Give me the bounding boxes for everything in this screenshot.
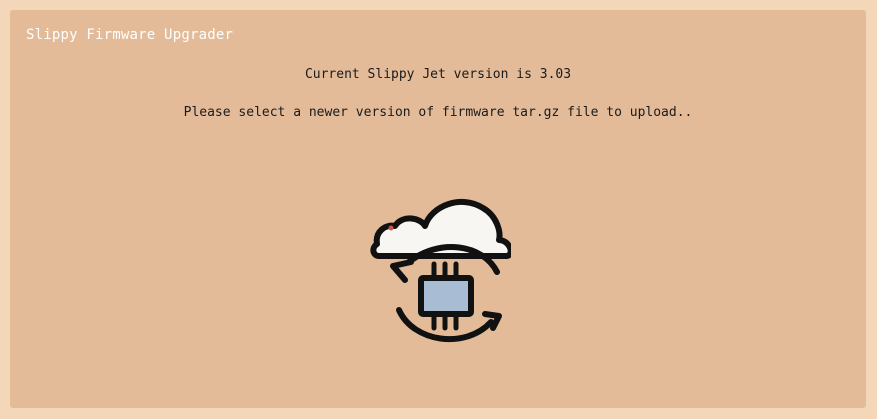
current-version-text: Current Slippy Jet version is 3.03 [304, 67, 572, 82]
upload-instructions: Please select a newer version of firmwar… [183, 105, 693, 120]
firmware-upload-button[interactable] [365, 192, 511, 352]
sync-arrow-top [390, 259, 414, 283]
app-title: Slippy Firmware Upgrader [26, 27, 234, 43]
cloud-highlight-dot [388, 225, 394, 231]
cloud-firmware-sync-icon [370, 199, 511, 343]
chip-body [418, 275, 474, 317]
upgrader-panel: Slippy Firmware Upgrader Current Slippy … [10, 10, 866, 408]
